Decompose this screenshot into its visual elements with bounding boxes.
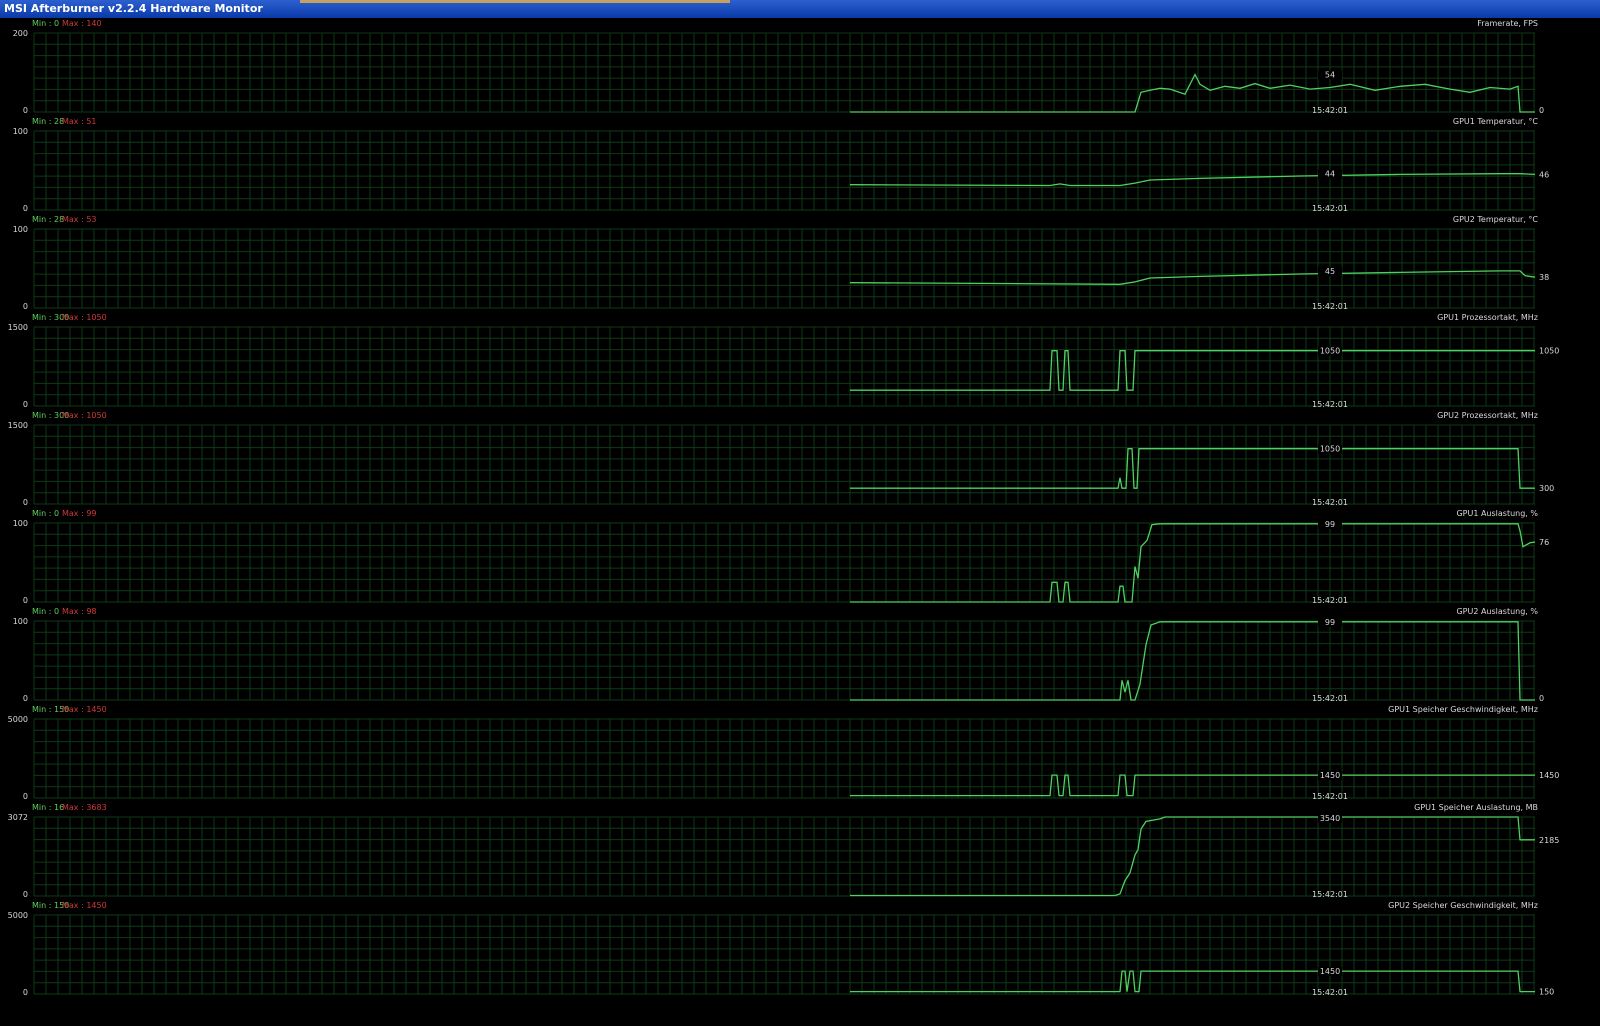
graph-5-current-label: 99 bbox=[1325, 520, 1335, 529]
graph-1-ymax-label: 100 bbox=[13, 127, 28, 136]
graph-8-right-value: 2185 bbox=[1539, 836, 1559, 845]
graph-1-min-label: Min : 28 bbox=[32, 117, 64, 126]
graph-0-right-value: 0 bbox=[1539, 106, 1544, 115]
graph-5-right-value: 76 bbox=[1539, 538, 1549, 547]
graph-4-max-label: Max : 1050 bbox=[62, 411, 107, 420]
graph-4-time-label: 15:42:01 bbox=[1312, 498, 1348, 507]
graph-0-series-line bbox=[850, 73, 1535, 113]
graph-6-current-label: 99 bbox=[1325, 618, 1335, 627]
graph-8-ymin-label: 0 bbox=[23, 890, 28, 899]
graph-1-max-label: Max : 51 bbox=[62, 117, 97, 126]
graph-1-current-label: 44 bbox=[1325, 170, 1335, 179]
graph-4-title: GPU2 Prozessortakt, MHz bbox=[1437, 411, 1538, 420]
graph-7-current-label: 1450 bbox=[1320, 771, 1340, 780]
graph-7-max-label: Max : 1450 bbox=[62, 705, 107, 714]
window-title-bar[interactable]: MSI Afterburner v2.2.4 Hardware Monitor bbox=[0, 0, 1600, 18]
graph-8-current-label: 3540 bbox=[1320, 814, 1340, 823]
graph-9-title: GPU2 Speicher Geschwindigkeit, MHz bbox=[1388, 901, 1538, 910]
graph-5-ymax-label: 100 bbox=[13, 519, 28, 528]
taskbar-strip bbox=[300, 0, 730, 3]
graph-0-ymax-label: 200 bbox=[13, 29, 28, 38]
graph-9-ymin-label: 0 bbox=[23, 988, 28, 997]
graph-9-time-label: 15:42:01 bbox=[1312, 988, 1348, 997]
graph-7-ymin-label: 0 bbox=[23, 792, 28, 801]
graph-8-title: GPU1 Speicher Auslastung, MB bbox=[1414, 803, 1538, 812]
graph-3-title: GPU1 Prozessortakt, MHz bbox=[1437, 313, 1538, 322]
graph-6-ymin-label: 0 bbox=[23, 694, 28, 703]
graph-2-max-label: Max : 53 bbox=[62, 215, 97, 224]
graph-0-min-label: Min : 0 bbox=[32, 19, 59, 28]
graph-8-ymax-label: 3072 bbox=[8, 813, 28, 822]
graph-0-max-label: Max : 140 bbox=[62, 19, 102, 28]
graph-2-min-label: Min : 28 bbox=[32, 215, 64, 224]
graph-0-time-label: 15:42:01 bbox=[1312, 106, 1348, 115]
graph-8-min-label: Min : 16 bbox=[32, 803, 64, 812]
graph-9-right-value: 150 bbox=[1539, 988, 1554, 997]
graph-0-current-label: 54 bbox=[1325, 70, 1335, 79]
graph-4-right-value: 300 bbox=[1539, 484, 1554, 493]
graph-6-title: GPU2 Auslastung, % bbox=[1456, 607, 1538, 616]
graph-4-ymin-label: 0 bbox=[23, 498, 28, 507]
graph-9-current-label: 1450 bbox=[1320, 967, 1340, 976]
graph-2-right-value: 38 bbox=[1539, 273, 1549, 282]
graph-4-ymax-label: 1500 bbox=[8, 421, 28, 430]
graph-8-time-label: 15:42:01 bbox=[1312, 890, 1348, 899]
graph-1-series-line bbox=[849, 173, 1536, 187]
graph-7-time-label: 15:42:01 bbox=[1312, 792, 1348, 801]
graph-2-ymin-label: 0 bbox=[23, 302, 28, 311]
graph-5-ymin-label: 0 bbox=[23, 596, 28, 605]
graph-3-current-label: 1050 bbox=[1320, 347, 1340, 356]
graph-2-series-line bbox=[849, 270, 1536, 285]
graph-7-series-line bbox=[850, 774, 1535, 797]
graph-5-title: GPU1 Auslastung, % bbox=[1456, 509, 1538, 518]
graph-5-max-label: Max : 99 bbox=[62, 509, 97, 518]
graph-3-ymax-label: 1500 bbox=[8, 323, 28, 332]
graph-1-title: GPU1 Temperatur, °C bbox=[1453, 117, 1539, 126]
graph-2-title: GPU2 Temperatur, °C bbox=[1453, 215, 1539, 224]
graph-7-ymax-label: 5000 bbox=[8, 715, 28, 724]
graph-4-series-line bbox=[850, 448, 1535, 489]
graph-2-current-label: 45 bbox=[1325, 267, 1335, 276]
graph-9-ymax-label: 5000 bbox=[8, 911, 28, 920]
graph-7-right-value: 1450 bbox=[1539, 771, 1559, 780]
graph-0-title: Framerate, FPS bbox=[1477, 19, 1538, 28]
graph-7-title: GPU1 Speicher Geschwindigkeit, MHz bbox=[1388, 705, 1538, 714]
graph-1-right-value: 46 bbox=[1539, 170, 1549, 179]
graph-3-series-line bbox=[850, 350, 1535, 391]
graph-1-ymin-label: 0 bbox=[23, 204, 28, 213]
hardware-monitor-panel[interactable]: Min : 0 Max : 140 Framerate, FPS 200 0 15:42:… bbox=[0, 18, 1600, 1026]
monitor-graphs: Min : 0 Max : 140 Framerate, FPS2000 15:42:… bbox=[8, 19, 1560, 997]
graph-3-ymin-label: 0 bbox=[23, 400, 28, 409]
graph-6-right-value: 0 bbox=[1539, 694, 1544, 703]
graph-1-time-label: 15:42:01 bbox=[1312, 204, 1348, 213]
graph-6-min-label: Min : 0 bbox=[32, 607, 59, 616]
graph-8-max-label: Max : 3683 bbox=[62, 803, 107, 812]
graph-2-time-label: 15:42:01 bbox=[1312, 302, 1348, 311]
graph-3-max-label: Max : 1050 bbox=[62, 313, 107, 322]
graph-2-ymax-label: 100 bbox=[13, 225, 28, 234]
graph-0-ymin-label: 0 bbox=[23, 106, 28, 115]
window-title: MSI Afterburner v2.2.4 Hardware Monitor bbox=[4, 2, 263, 15]
graph-5-min-label: Min : 0 bbox=[32, 509, 59, 518]
graph-6-max-label: Max : 98 bbox=[62, 607, 97, 616]
graph-9-max-label: Max : 1450 bbox=[62, 901, 107, 910]
graph-9-series-line bbox=[850, 970, 1535, 993]
graph-5-time-label: 15:42:01 bbox=[1312, 596, 1348, 605]
graph-4-current-label: 1050 bbox=[1320, 445, 1340, 454]
graph-3-right-value: 1050 bbox=[1539, 347, 1559, 356]
graph-3-time-label: 15:42:01 bbox=[1312, 400, 1348, 409]
graph-6-time-label: 15:42:01 bbox=[1312, 694, 1348, 703]
graph-6-ymax-label: 100 bbox=[13, 617, 28, 626]
